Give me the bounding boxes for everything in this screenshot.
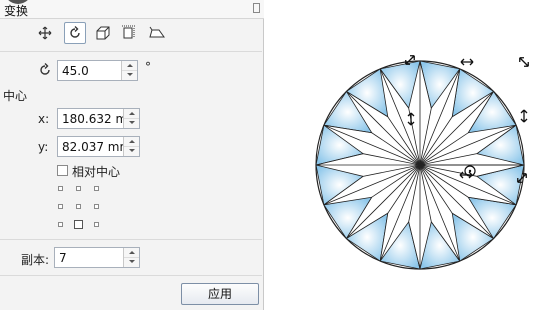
center-heading: 中心 [3, 89, 28, 103]
divider [0, 239, 262, 240]
relative-center-label[interactable]: 相对中心 [72, 163, 120, 180]
rotate-handle-top-right-icon[interactable] [518, 56, 531, 69]
rotation-unit: ° [145, 60, 151, 74]
skew-handle-top-icon[interactable] [460, 58, 474, 66]
center-y-value: 82.037 mm [62, 140, 132, 154]
rotation-angle-icon [40, 63, 50, 75]
center-x-stepper[interactable] [123, 109, 139, 128]
panel-titlebar: 变换 [0, 0, 264, 19]
step-down-icon[interactable] [124, 118, 139, 127]
rotation-angle-stepper[interactable] [121, 61, 137, 80]
anchor-top-center[interactable] [76, 186, 81, 191]
copies-label: 副本: [21, 253, 50, 267]
rotation-center-dot [468, 169, 472, 173]
position-tool-button[interactable] [34, 22, 56, 44]
anchor-bottom-right[interactable] [94, 222, 99, 227]
gem-shape[interactable] [315, 60, 525, 270]
anchor-top-right[interactable] [94, 186, 99, 191]
anchor-middle-right[interactable] [94, 204, 99, 209]
copies-stepper[interactable] [123, 248, 139, 267]
center-y-label: y: [38, 140, 49, 154]
copies-input[interactable]: 7 [54, 247, 140, 268]
apply-button[interactable]: 应用 [181, 283, 259, 305]
step-down-icon[interactable] [124, 257, 139, 266]
size-tool-button[interactable] [118, 22, 140, 44]
center-y-input[interactable]: 82.037 mm [57, 136, 140, 157]
rotation-angle-value: 45.0 [62, 64, 89, 78]
anchor-bottom-left[interactable] [58, 222, 63, 227]
skew-tool-button[interactable] [146, 22, 168, 44]
panel-menu-icon[interactable] [253, 3, 260, 13]
step-down-icon[interactable] [124, 146, 139, 155]
position-icon [38, 26, 52, 40]
drawing-canvas[interactable] [265, 0, 543, 310]
anchor-center[interactable] [76, 204, 81, 209]
divider [0, 51, 262, 52]
panel-title: 变换 [4, 4, 29, 18]
transform-toolbar [34, 22, 184, 46]
scale-icon [96, 26, 110, 40]
scale-tool-button[interactable] [92, 22, 114, 44]
divider [0, 275, 262, 276]
anchor-bottom-center[interactable] [74, 220, 83, 229]
copies-value: 7 [59, 251, 67, 265]
rotation-angle-input[interactable]: 45.0 [57, 60, 138, 81]
anchor-top-left[interactable] [58, 186, 63, 191]
anchor-point-grid [58, 186, 102, 230]
anchor-middle-left[interactable] [58, 204, 63, 209]
center-y-stepper[interactable] [123, 137, 139, 156]
size-icon [122, 25, 135, 39]
step-down-icon[interactable] [122, 70, 137, 79]
transform-panel: 变换 45.0 ° 中心 x: 180.632 mm y: 82.037 mm … [0, 0, 264, 310]
center-x-label: x: [38, 112, 50, 126]
relative-center-checkbox[interactable] [57, 165, 68, 176]
rotate-icon [70, 26, 80, 38]
skew-icon [149, 26, 165, 38]
rotate-tool-button[interactable] [64, 22, 86, 44]
center-x-input[interactable]: 180.632 mm [57, 108, 140, 129]
skew-handle-right-icon[interactable] [520, 109, 528, 123]
